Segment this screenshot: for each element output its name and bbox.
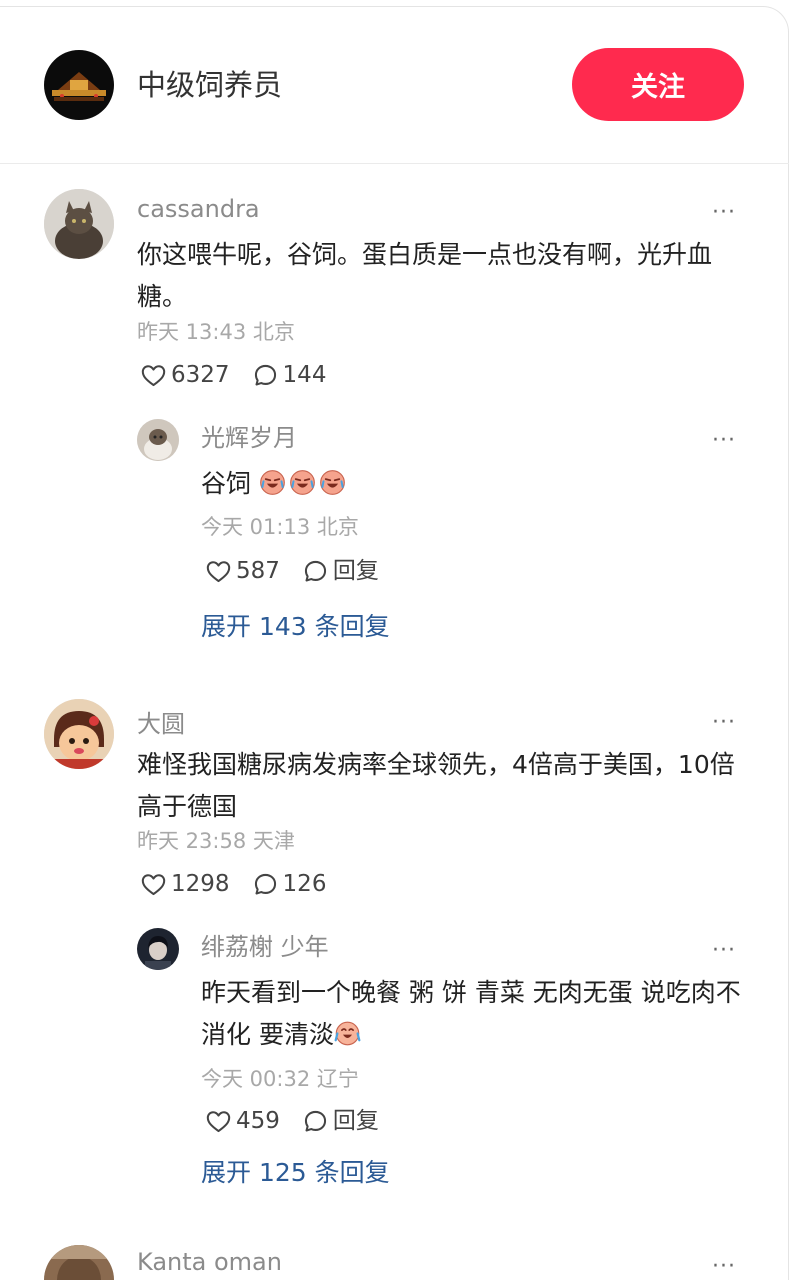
expand-replies-link[interactable]: 展开 125 条回复 [201,1157,390,1189]
comment-actions: 6327 144 [140,360,348,390]
heart-icon [141,873,166,895]
like-count: 587 [236,558,280,584]
post-comments-panel: 中级饲养员 关注 cassandra ··· 你这喂牛呢，谷饲。蛋白质是一点也没… [0,6,789,1280]
comment-icon [304,1110,326,1132]
crying-laugh-emoji [320,470,345,495]
reply-label: 回复 [332,558,379,584]
avatar[interactable] [137,928,179,970]
heart-icon [206,560,231,582]
more-icon[interactable]: ··· [712,202,736,224]
reply-text: 谷饲 [201,463,741,505]
reply-count: 144 [282,362,327,388]
comment-icon [304,560,326,582]
author-name[interactable]: 中级饲养员 [137,67,282,103]
reply-actions: 587 回复 [205,556,401,586]
like-count: 6327 [171,362,230,388]
crying-laugh-emoji [290,470,315,495]
comment-icon [254,873,276,895]
heart-icon [141,364,166,386]
reply-count: 126 [282,871,327,897]
comment-text: 难怪我国糖尿病发病率全球领先，4倍高于美国，10倍高于德国 [137,750,735,821]
comment-text: 你这喂牛呢，谷饲。蛋白质是一点也没有啊，光升血糖。 [137,240,713,311]
like-button[interactable]: 459 [205,1106,280,1136]
more-icon[interactable]: ··· [712,940,736,962]
reply-meta: 今天 01:13 北京 [201,515,359,539]
reply-username[interactable]: 绯荔榭 少年 [201,932,329,962]
reply-text: 昨天看到一个晚餐 粥 饼 青菜 无肉无蛋 说吃肉不消化 要清淡 [201,978,741,1049]
like-button[interactable]: 1298 [140,869,230,899]
heart-icon [206,1110,231,1132]
follow-button[interactable]: 关注 [572,48,744,121]
author-header: 中级饲养员 关注 [0,7,789,164]
reply-count-button[interactable]: 126 [252,869,327,899]
more-icon[interactable]: ··· [712,1256,736,1278]
like-button[interactable]: 587 [205,556,280,586]
comment-icon [254,364,276,386]
comment-actions: 1298 126 [140,869,348,899]
avatar[interactable] [44,189,114,259]
reply-button[interactable]: 回复 [302,556,379,586]
comment-username[interactable]: cassandra [137,194,260,224]
crying-laugh-emoji [260,470,285,495]
reply-meta: 今天 00:32 辽宁 [201,1067,359,1091]
reply-username[interactable]: 光辉岁月 [201,423,297,453]
expand-replies-link[interactable]: 展开 143 条回复 [201,611,390,643]
reply-label: 回复 [332,1108,379,1134]
reply-count-button[interactable]: 144 [252,360,327,390]
avatar[interactable] [137,419,179,461]
reply-button[interactable]: 回复 [302,1106,379,1136]
more-icon[interactable]: ··· [712,430,736,452]
comment-meta: 昨天 13:43 北京 [137,320,295,344]
more-icon[interactable]: ··· [712,712,736,734]
tears-of-joy-emoji [334,1021,361,1046]
like-count: 459 [236,1108,280,1134]
comment-username[interactable]: 大圆 [137,709,185,739]
avatar[interactable] [44,699,114,769]
avatar[interactable] [44,1245,114,1280]
comment-username[interactable]: Kanta oman [137,1247,282,1277]
author-avatar[interactable] [44,50,114,120]
like-button[interactable]: 6327 [140,360,230,390]
reply-actions: 459 回复 [205,1106,401,1136]
like-count: 1298 [171,871,230,897]
comment-meta: 昨天 23:58 天津 [137,829,295,853]
